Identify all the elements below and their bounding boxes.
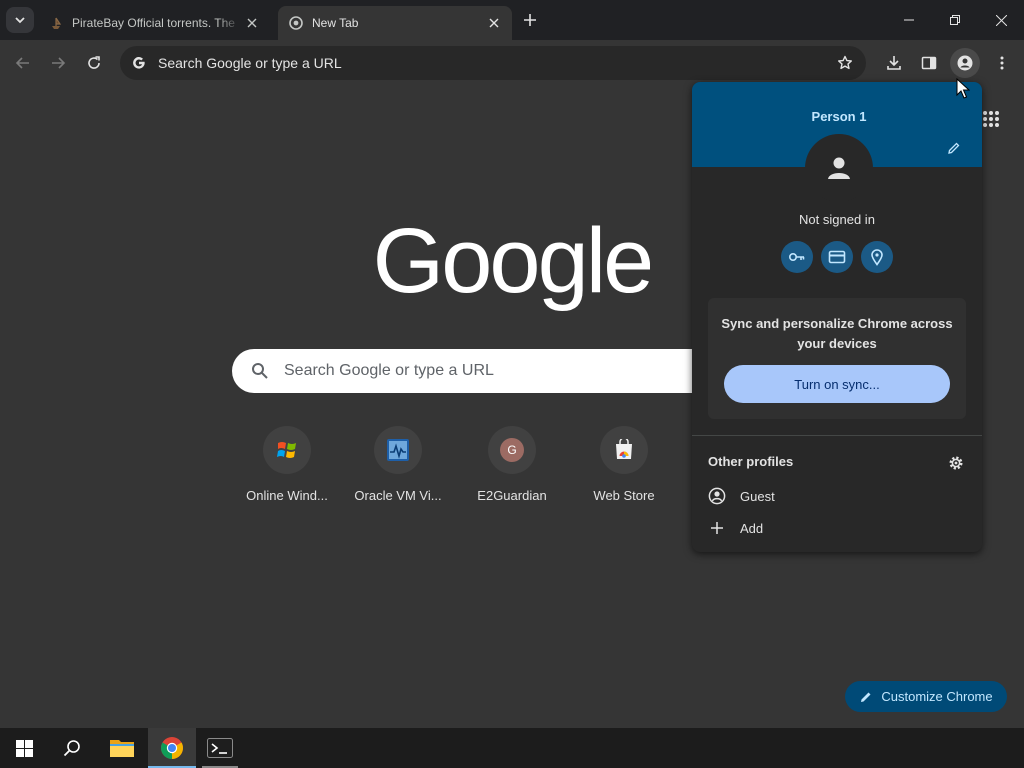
shortcut-label: Online Wind... xyxy=(246,488,328,503)
shortcut-tile[interactable]: Oracle VM Vi... xyxy=(342,426,454,516)
sign-in-status: Not signed in xyxy=(799,212,875,227)
taskbar xyxy=(0,728,1024,768)
minimize-icon xyxy=(904,19,914,21)
terminal-icon xyxy=(207,738,233,758)
tab-title: PirateBay Official torrents. The xyxy=(72,16,235,30)
menu-button[interactable] xyxy=(987,48,1017,78)
ship-favicon-icon xyxy=(48,15,64,31)
reload-icon xyxy=(88,56,100,69)
letter-avatar: G xyxy=(488,426,536,474)
search-icon xyxy=(250,361,270,381)
edit-profile-pencil-icon[interactable] xyxy=(944,138,964,158)
new-tab-button[interactable] xyxy=(518,8,542,32)
side-panel-icon xyxy=(921,56,937,70)
chrome-taskbar-button[interactable] xyxy=(148,728,196,768)
maximize-button[interactable] xyxy=(932,0,978,40)
shortcut-label: Web Store xyxy=(593,488,655,503)
turn-on-sync-label: Turn on sync... xyxy=(794,376,880,392)
shortcut-tile[interactable]: Online Wind... xyxy=(231,426,343,516)
windows-shortcut-icon xyxy=(263,426,311,474)
tab-search-button[interactable] xyxy=(6,7,34,33)
download-icon xyxy=(887,56,901,70)
downloads-button[interactable] xyxy=(879,48,909,78)
more-vertical-icon xyxy=(1000,56,1004,70)
profile-menu: Person 1 Not signed in Sync and personal… xyxy=(692,82,982,552)
plus-icon xyxy=(708,519,726,537)
omnibox[interactable]: Search Google or type a URL xyxy=(120,46,866,80)
chevron-down-icon xyxy=(15,17,25,24)
plus-icon xyxy=(524,14,536,26)
profile-name: Person 1 xyxy=(811,109,867,124)
toolbar: Search Google or type a URL xyxy=(0,40,1024,86)
shortcut-label: E2Guardian xyxy=(477,488,547,503)
tab-strip: PirateBay Official torrents. The New Tab xyxy=(0,0,1024,40)
sync-promo-text: Sync and personalize Chrome across your … xyxy=(721,316,953,351)
location-pin-icon xyxy=(871,249,883,266)
back-button[interactable] xyxy=(8,48,38,78)
web-store-icon xyxy=(600,426,648,474)
sync-card: Sync and personalize Chrome across your … xyxy=(708,298,966,419)
tab-piratebay[interactable]: PirateBay Official torrents. The xyxy=(38,6,270,40)
guest-avatar-icon xyxy=(708,487,726,505)
terminal-taskbar-button[interactable] xyxy=(196,728,244,768)
google-logo: Google xyxy=(374,210,650,312)
shortcut-tile[interactable]: G E2Guardian xyxy=(456,426,568,516)
pencil-icon xyxy=(859,690,873,704)
key-icon xyxy=(788,253,805,262)
tab-title: New Tab xyxy=(312,16,359,30)
file-explorer-button[interactable] xyxy=(98,728,146,768)
close-tab-icon[interactable] xyxy=(484,13,504,33)
person-icon xyxy=(828,157,850,179)
ntp-search-input[interactable]: Search Google or type a URL xyxy=(284,362,494,380)
tab-new-tab[interactable]: New Tab xyxy=(278,6,512,40)
restore-icon xyxy=(950,15,960,25)
arrow-right-icon xyxy=(52,57,66,69)
chrome-favicon-icon xyxy=(288,15,304,31)
minimize-button[interactable] xyxy=(886,0,932,40)
windows-logo-icon xyxy=(15,739,33,757)
customize-chrome-label: Customize Chrome xyxy=(881,689,993,704)
passwords-button[interactable] xyxy=(781,241,813,273)
chrome-logo-icon xyxy=(161,737,183,759)
profile-avatar xyxy=(805,134,873,202)
folder-icon xyxy=(110,740,134,757)
virtualbox-shortcut-icon xyxy=(374,426,422,474)
search-icon xyxy=(63,740,80,757)
guest-label: Guest xyxy=(740,488,775,504)
close-icon xyxy=(995,14,1007,26)
other-profiles-heading: Other profiles xyxy=(708,454,794,469)
turn-on-sync-button[interactable]: Turn on sync... xyxy=(724,365,950,403)
shortcut-label: Oracle VM Vi... xyxy=(354,488,442,503)
start-button[interactable] xyxy=(0,728,48,768)
google-logo-text: Google xyxy=(374,210,650,312)
shortcut-letter: G xyxy=(500,438,524,462)
addresses-button[interactable] xyxy=(861,241,893,273)
google-g-icon xyxy=(130,54,148,72)
profile-button[interactable] xyxy=(950,48,980,78)
add-label: Add xyxy=(740,520,764,536)
divider xyxy=(692,435,982,436)
payment-methods-button[interactable] xyxy=(821,241,853,273)
add-profile-item[interactable]: Add xyxy=(708,516,968,540)
taskbar-search-button[interactable] xyxy=(48,728,96,768)
guest-profile-item[interactable]: Guest xyxy=(708,484,968,508)
arrow-left-icon xyxy=(15,57,29,69)
shortcut-tile[interactable]: Web Store xyxy=(568,426,680,516)
close-window-button[interactable] xyxy=(978,0,1024,40)
mouse-cursor-icon xyxy=(956,78,970,99)
credit-card-icon xyxy=(828,250,846,264)
omnibox-input[interactable]: Search Google or type a URL xyxy=(158,55,830,71)
forward-button[interactable] xyxy=(43,48,73,78)
close-tab-icon[interactable] xyxy=(242,13,262,33)
side-panel-button[interactable] xyxy=(914,48,944,78)
gear-icon[interactable] xyxy=(947,454,965,472)
bookmark-star-icon[interactable] xyxy=(830,48,860,78)
customize-chrome-button[interactable]: Customize Chrome xyxy=(845,681,1007,712)
reload-button[interactable] xyxy=(79,48,109,78)
person-icon xyxy=(957,55,973,71)
